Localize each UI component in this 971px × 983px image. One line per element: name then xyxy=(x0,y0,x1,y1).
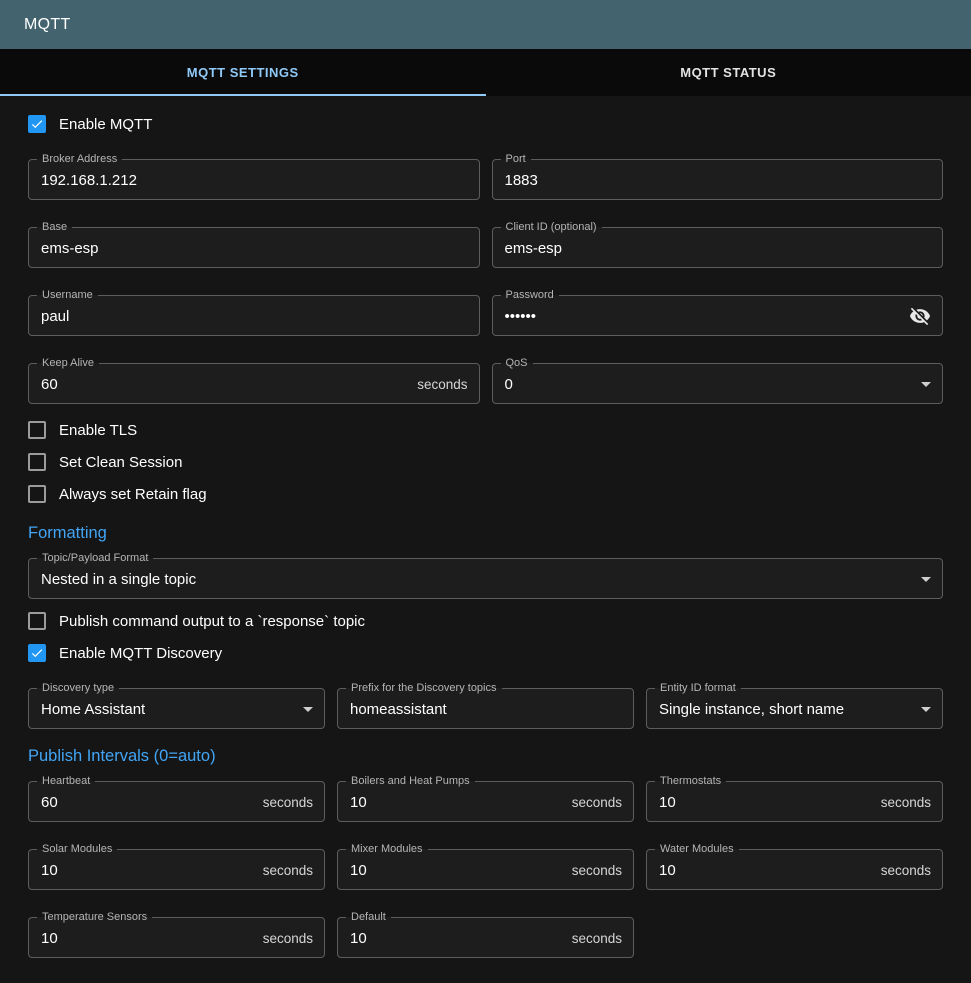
default-interval-field: Default seconds xyxy=(337,912,634,958)
solar-unit: seconds xyxy=(263,863,313,878)
base-input[interactable] xyxy=(41,240,468,257)
enable-discovery-checkbox-row[interactable]: Enable MQTT Discovery xyxy=(28,637,943,669)
solar-input[interactable] xyxy=(41,862,255,879)
client-id-input[interactable] xyxy=(505,240,932,257)
default-unit: seconds xyxy=(572,931,622,946)
port-input[interactable] xyxy=(505,172,932,189)
thermostats-interval-field: Thermostats seconds xyxy=(646,776,943,822)
tab-mqtt-settings-label: MQTT SETTINGS xyxy=(187,65,299,80)
boilers-unit: seconds xyxy=(572,795,622,810)
heartbeat-interval-field: Heartbeat seconds xyxy=(28,776,325,822)
username-field: Username xyxy=(28,290,480,336)
dropdown-caret-icon xyxy=(921,577,931,582)
discovery-prefix-input[interactable] xyxy=(350,701,622,718)
qos-select[interactable]: QoS 0 xyxy=(492,358,944,404)
temperature-sensors-input[interactable] xyxy=(41,930,255,947)
enable-discovery-checkbox[interactable] xyxy=(28,644,46,662)
boilers-input[interactable] xyxy=(350,794,564,811)
default-input[interactable] xyxy=(350,930,564,947)
publish-intervals-heading: Publish Intervals (0=auto) xyxy=(28,747,943,766)
tab-mqtt-status-label: MQTT STATUS xyxy=(680,65,776,80)
retain-flag-label: Always set Retain flag xyxy=(59,486,207,503)
check-icon xyxy=(30,646,44,660)
qos-value: 0 xyxy=(505,376,912,393)
broker-address-input[interactable] xyxy=(41,172,468,189)
temperature-sensors-unit: seconds xyxy=(263,931,313,946)
enable-tls-checkbox[interactable] xyxy=(28,421,46,439)
page-title: MQTT xyxy=(24,16,71,34)
discovery-prefix-field: Prefix for the Discovery topics xyxy=(337,683,634,729)
dropdown-caret-icon xyxy=(303,707,313,712)
tab-mqtt-settings[interactable]: MQTT SETTINGS xyxy=(0,49,486,96)
port-field: Port xyxy=(492,154,944,200)
thermostats-input[interactable] xyxy=(659,794,873,811)
client-id-field: Client ID (optional) xyxy=(492,222,944,268)
boilers-interval-field: Boilers and Heat Pumps seconds xyxy=(337,776,634,822)
formatting-heading: Formatting xyxy=(28,524,943,543)
water-unit: seconds xyxy=(881,863,931,878)
broker-address-field: Broker Address xyxy=(28,154,480,200)
water-interval-field: Water Modules seconds xyxy=(646,844,943,890)
publish-response-checkbox[interactable] xyxy=(28,612,46,630)
temperature-sensors-interval-field: Temperature Sensors seconds xyxy=(28,912,325,958)
water-input[interactable] xyxy=(659,862,873,879)
clean-session-label: Set Clean Session xyxy=(59,454,182,471)
topic-format-value: Nested in a single topic xyxy=(41,571,911,588)
active-tab-indicator xyxy=(0,94,486,96)
heartbeat-unit: seconds xyxy=(263,795,313,810)
enable-mqtt-checkbox[interactable] xyxy=(28,115,46,133)
topic-format-select[interactable]: Topic/Payload Format Nested in a single … xyxy=(28,553,943,599)
password-visibility-toggle[interactable] xyxy=(909,305,931,327)
empty-grid-cell xyxy=(646,912,943,958)
dropdown-caret-icon xyxy=(921,707,931,712)
discovery-type-value: Home Assistant xyxy=(41,701,293,718)
dropdown-caret-icon xyxy=(921,382,931,387)
entity-id-format-value: Single instance, short name xyxy=(659,701,911,718)
enable-discovery-label: Enable MQTT Discovery xyxy=(59,645,222,662)
enable-mqtt-label: Enable MQTT xyxy=(59,116,152,133)
username-input[interactable] xyxy=(41,308,468,325)
publish-response-checkbox-row[interactable]: Publish command output to a `response` t… xyxy=(28,605,943,637)
mixer-interval-field: Mixer Modules seconds xyxy=(337,844,634,890)
password-input[interactable] xyxy=(505,308,902,325)
clean-session-checkbox-row[interactable]: Set Clean Session xyxy=(28,446,943,478)
clean-session-checkbox[interactable] xyxy=(28,453,46,471)
entity-id-format-select[interactable]: Entity ID format Single instance, short … xyxy=(646,683,943,729)
enable-mqtt-checkbox-row[interactable]: Enable MQTT xyxy=(28,108,943,140)
mixer-unit: seconds xyxy=(572,863,622,878)
retain-flag-checkbox[interactable] xyxy=(28,485,46,503)
solar-interval-field: Solar Modules seconds xyxy=(28,844,325,890)
mixer-input[interactable] xyxy=(350,862,564,879)
discovery-type-select[interactable]: Discovery type Home Assistant xyxy=(28,683,325,729)
thermostats-unit: seconds xyxy=(881,795,931,810)
keep-alive-input[interactable] xyxy=(41,376,409,393)
keep-alive-field: Keep Alive seconds xyxy=(28,358,480,404)
retain-flag-checkbox-row[interactable]: Always set Retain flag xyxy=(28,478,943,510)
publish-response-label: Publish command output to a `response` t… xyxy=(59,613,365,630)
check-icon xyxy=(30,117,44,131)
keep-alive-unit: seconds xyxy=(417,377,467,392)
enable-tls-checkbox-row[interactable]: Enable TLS xyxy=(28,414,943,446)
base-field: Base xyxy=(28,222,480,268)
tab-bar: MQTT SETTINGS MQTT STATUS xyxy=(0,49,971,96)
mqtt-settings-form: Enable MQTT Broker Address Port Base Cli… xyxy=(0,96,971,978)
app-header: MQTT xyxy=(0,0,971,49)
heartbeat-input[interactable] xyxy=(41,794,255,811)
tab-mqtt-status[interactable]: MQTT STATUS xyxy=(486,49,971,96)
enable-tls-label: Enable TLS xyxy=(59,422,137,439)
password-field: Password xyxy=(492,290,944,336)
visibility-off-icon xyxy=(909,305,931,327)
